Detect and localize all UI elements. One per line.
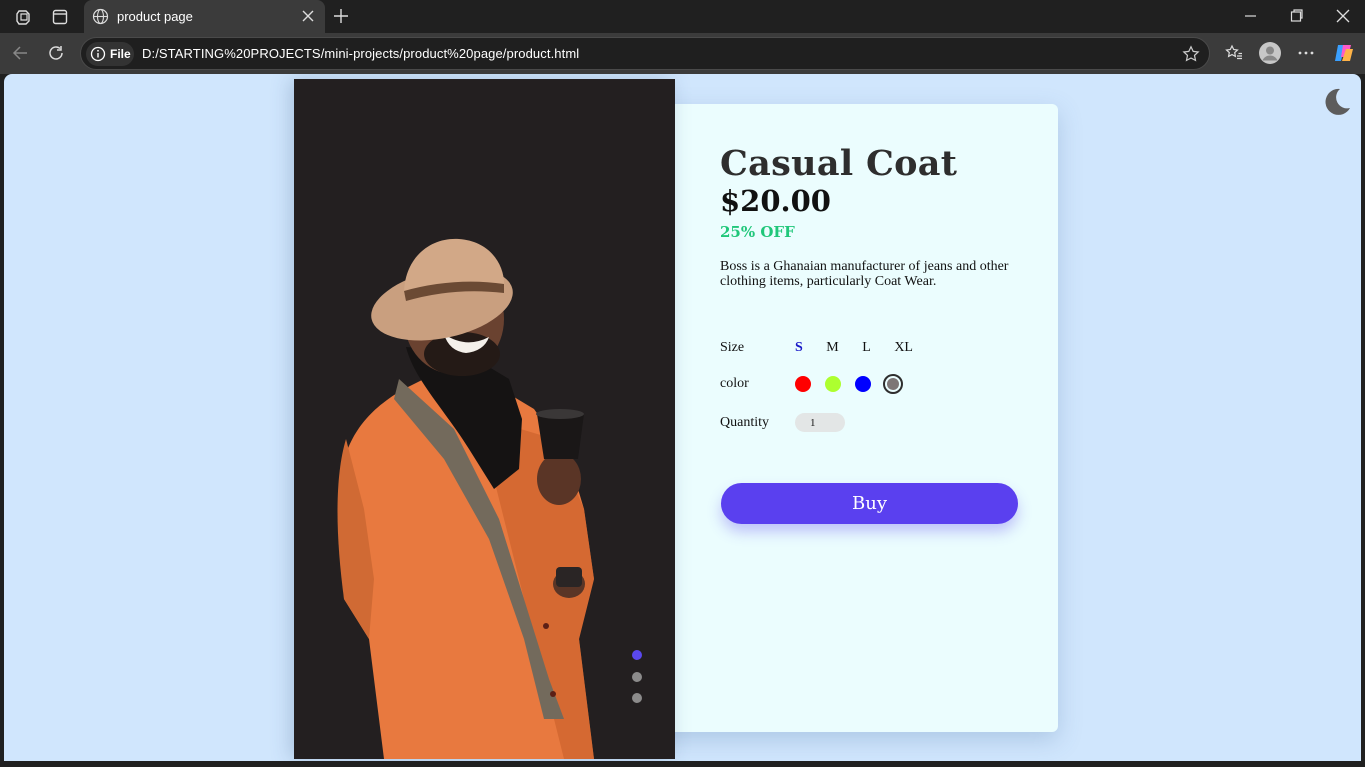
size-option-l[interactable]: L [862,340,871,356]
color-swatch-gray-fill [887,378,899,390]
color-swatch-green[interactable] [825,376,841,392]
size-options: S M L XL [795,340,933,356]
product-image-panel [294,79,675,759]
restore-icon[interactable] [1290,8,1304,29]
copilot-icon[interactable] [1332,41,1356,65]
quantity-input[interactable] [795,413,845,432]
workspaces-icon[interactable] [14,7,34,27]
browser-toolbar: File D:/STARTING%20PROJECTS/mini-project… [0,33,1365,74]
profile-avatar-icon[interactable] [1258,41,1282,65]
buy-button[interactable]: Buy [721,483,1018,524]
color-row: color [720,374,917,394]
tab-close-icon[interactable] [301,9,315,28]
product-title: Casual Coat [720,143,958,184]
info-icon [90,46,106,67]
product-details: Casual Coat $20.00 25% OFF Boss is a Gha… [720,143,1030,290]
color-swatch-blue[interactable] [855,376,871,392]
carousel-dot-2[interactable] [632,671,642,682]
tab-product-page[interactable]: product page [84,0,325,33]
globe-icon [92,8,109,30]
size-label: Size [720,340,745,355]
color-swatch-gray[interactable] [883,374,903,394]
new-tab-icon[interactable] [332,7,350,30]
url-text[interactable]: D:/STARTING%20PROJECTS/mini-projects/pro… [142,46,579,61]
carousel-dot-1[interactable] [632,650,642,660]
size-option-m[interactable]: M [826,340,838,356]
quantity-label: Quantity [720,414,769,430]
address-bar[interactable]: File D:/STARTING%20PROJECTS/mini-project… [80,37,1210,70]
product-price: $20.00 [720,184,831,218]
size-option-s[interactable]: S [795,340,803,356]
favorites-icon[interactable] [1224,43,1244,63]
discount-badge: 25% OFF [720,223,795,241]
carousel-dot-3[interactable] [632,693,642,703]
site-info-button[interactable]: File [86,42,134,66]
browser-tab-strip: product page [0,0,1365,33]
product-model-image [337,238,594,759]
color-label: color [720,376,749,391]
window-close-icon[interactable] [1336,8,1350,29]
size-option-xl[interactable]: XL [894,340,913,356]
site-info-label: File [110,47,131,61]
vertical-tabs-icon[interactable] [50,7,70,27]
more-menu-icon[interactable] [1296,43,1316,63]
favorite-star-icon[interactable] [1182,45,1200,68]
back-icon[interactable] [10,43,30,63]
size-row: Size S M L XL [720,340,933,356]
page-viewport: Casual Coat $20.00 25% OFF Boss is a Gha… [4,74,1361,761]
product-description: Boss is a Ghanaian manufacturer of jeans… [720,259,1009,289]
dark-mode-moon-icon[interactable] [1321,86,1353,123]
quantity-row: Quantity [720,413,845,432]
minimize-icon[interactable] [1244,8,1258,29]
refresh-icon[interactable] [46,43,66,63]
carousel-dots [632,650,642,715]
tab-title: product page [117,9,193,24]
color-swatch-red[interactable] [795,376,811,392]
